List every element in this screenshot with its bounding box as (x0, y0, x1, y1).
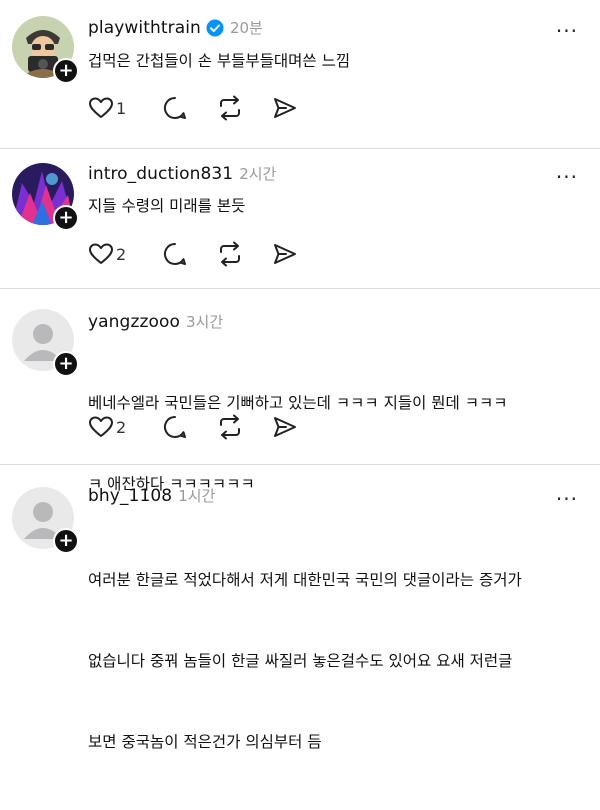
action-bar: 2 (88, 414, 326, 440)
comment-text: 여러분 한글로 적었다해서 저게 대한민국 국민의 댓글이라는 증거가 없습니다… (88, 513, 578, 810)
like-count: 2 (116, 417, 127, 437)
repost-button[interactable] (216, 95, 244, 121)
more-icon[interactable]: ··· (556, 489, 578, 509)
comment-text-line: 여러분 한글로 적었다해서 저게 대한민국 국민의 댓글이라는 증거가 (88, 571, 522, 589)
like-count: 1 (116, 98, 127, 118)
share-icon (274, 244, 297, 264)
repost-button[interactable] (216, 241, 244, 267)
heart-icon (89, 97, 113, 118)
share-icon (274, 417, 297, 437)
follow-button[interactable]: + (53, 351, 79, 377)
like-button[interactable]: 2 (88, 242, 126, 266)
share-button[interactable] (272, 415, 298, 439)
comment-item: + playwithtrain 20분 ··· 겁먹은 간첩들이 손 부들부들대… (0, 0, 600, 148)
comment-text: 겁먹은 간첩들이 손 부들부들대며쓴 느낌 (88, 52, 351, 70)
comment-feed: + playwithtrain 20분 ··· 겁먹은 간첩들이 손 부들부들대… (0, 0, 600, 751)
comment-text: 지들 수령의 미래를 본듯 (88, 197, 246, 215)
like-button[interactable]: 2 (88, 415, 126, 439)
timestamp: 20분 (229, 19, 263, 37)
timestamp: 1시간 (178, 487, 216, 505)
comment-text-line: 베네수엘라 국민들은 기뻐하고 있는데 ㅋㅋㅋ 지들이 뭔데 ㅋㅋㅋ (88, 394, 508, 412)
comment-text-line: 없습니다 중꿔 놈들이 한글 싸질러 놓은걸수도 있어요 요새 저런글 (88, 652, 513, 670)
repost-button[interactable] (216, 414, 244, 440)
comment-item: + bhy_1108 1시간 ··· 여러분 한글로 적었다해서 저게 대한민국… (0, 465, 600, 751)
repost-icon (220, 414, 241, 440)
comment-header: intro_duction831 2시간 (88, 163, 276, 184)
reply-button[interactable] (162, 414, 188, 440)
username[interactable]: yangzzooo (88, 312, 180, 332)
verified-badge-icon (206, 19, 224, 37)
comment-icon (164, 96, 187, 119)
comment-item: + intro_duction831 2시간 ··· 지들 수령의 미래를 본듯… (0, 149, 600, 288)
heart-icon (89, 243, 113, 264)
comment-text-line: 보면 중국놈이 적은건가 의심부터 듬 (88, 733, 322, 751)
comment-header: yangzzooo 3시간 (88, 311, 223, 332)
username[interactable]: playwithtrain (88, 18, 201, 38)
share-icon (274, 98, 297, 118)
comment-icon (164, 415, 187, 438)
more-icon[interactable]: ··· (556, 167, 578, 187)
follow-button[interactable]: + (53, 58, 79, 84)
action-bar: 1 (88, 95, 326, 121)
share-button[interactable] (272, 242, 298, 266)
username[interactable]: bhy_1108 (88, 486, 172, 506)
follow-button[interactable]: + (53, 528, 79, 554)
share-button[interactable] (272, 96, 298, 120)
repost-icon (220, 241, 241, 267)
like-button[interactable]: 1 (88, 96, 126, 120)
comment-header: playwithtrain 20분 (88, 17, 263, 38)
comment-header: bhy_1108 1시간 (88, 485, 215, 506)
comment-icon (164, 242, 187, 265)
comment-item: + yangzzooo 3시간 베네수엘라 국민들은 기뻐하고 있는데 ㅋㅋㅋ … (0, 289, 600, 493)
timestamp: 3시간 (186, 313, 224, 331)
heart-icon (89, 416, 113, 437)
like-count: 2 (116, 244, 127, 264)
repost-icon (220, 95, 241, 121)
reply-button[interactable] (162, 241, 188, 267)
follow-button[interactable]: + (53, 205, 79, 231)
reply-button[interactable] (162, 95, 188, 121)
action-bar: 2 (88, 241, 326, 267)
timestamp: 2시간 (239, 165, 277, 183)
more-icon[interactable]: ··· (556, 21, 578, 41)
username[interactable]: intro_duction831 (88, 164, 233, 184)
